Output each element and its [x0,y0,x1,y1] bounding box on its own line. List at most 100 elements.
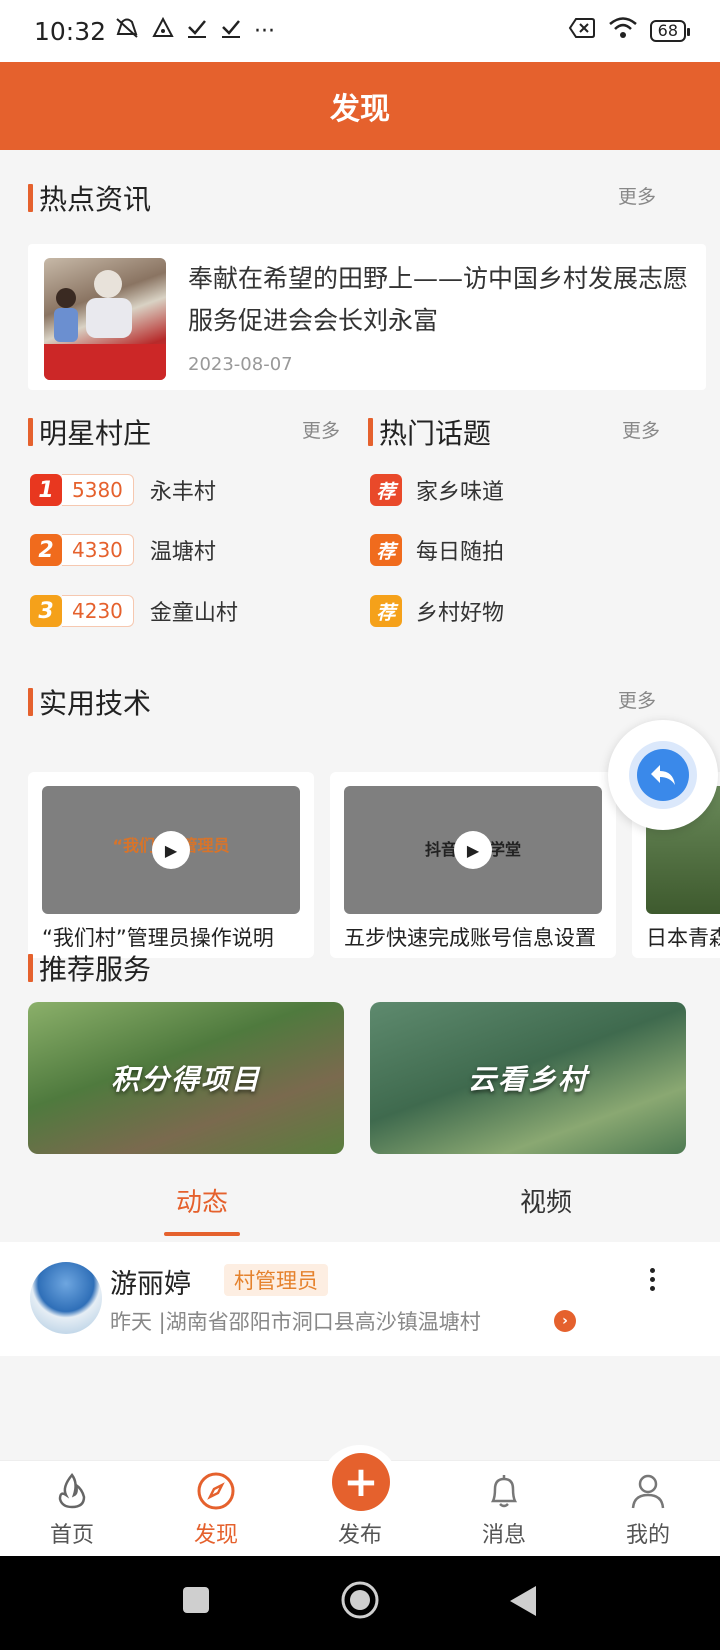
main-content[interactable]: 热点资讯 更多 奉献在希望的田野上——访中国乡村发展志愿服务促进会会长刘永富 2… [0,150,720,1460]
video-thumbnail: “我们村”管理员 ▶ [42,786,300,914]
section-marker [28,954,33,982]
status-notification-icons: ··· [114,16,275,46]
topic-item[interactable]: 荐 乡村好物 [370,594,504,628]
back-button[interactable] [508,1584,538,1622]
village-name: 温塘村 [149,540,216,565]
share-fab[interactable] [608,720,718,830]
post-meta: 昨天 |湖南省邵阳市洞口县高沙镇温塘村 [110,1310,481,1334]
village-name: 永丰村 [149,480,216,505]
tech-more-link[interactable]: 更多 [618,686,656,713]
sim-off-icon [568,17,596,45]
more-vertical-icon[interactable] [650,1268,655,1291]
nav-label: 我的 [625,1523,670,1548]
village-rank-item[interactable]: 3 4230 金童山村 [30,594,238,628]
section-hot-topics-header: 热门话题 [368,412,491,452]
video-card[interactable]: 抖音数字学堂 ▶ 五步快速完成账号信息设置 [330,772,616,958]
topic-name: 家乡味道 [416,480,505,505]
village-name: 金童山村 [149,601,238,626]
news-card[interactable]: 奉献在希望的田野上——访中国乡村发展志愿服务促进会会长刘永富 2023-08-0… [28,244,706,390]
status-bar: 10:32 ··· 68 [0,0,720,62]
role-badge: 村管理员 [224,1264,328,1296]
play-icon[interactable]: ▶ [454,831,492,869]
nav-label: 发现 [193,1523,238,1548]
recents-button[interactable] [180,1584,212,1620]
recommend-badge: 荐 [370,595,402,627]
compass-icon [196,1469,236,1513]
status-time: 10:32 [34,16,107,46]
section-title: 热点资讯 [39,183,152,216]
home-flame-icon [52,1469,92,1513]
video-caption: 日本青森 [646,926,720,950]
post-author-name[interactable]: 游丽婷 [110,1262,191,1301]
section-hot-news-header: 热点资讯 [28,178,151,218]
bell-icon [484,1469,524,1513]
section-title: 推荐服务 [39,953,152,986]
nav-label: 首页 [49,1523,94,1548]
nav-label: 消息 [481,1523,526,1548]
bottom-nav: 首页 发现 发布 + 消息 我的 [0,1445,720,1557]
section-title: 热门话题 [379,417,492,450]
service-card-cloud-village[interactable]: 云看乡村 [370,1002,686,1154]
system-nav-bar [0,1556,720,1650]
video-thumbnail: 抖音数字学堂 ▶ [344,786,602,914]
alert-icon [152,16,174,45]
topic-name: 乡村好物 [416,601,505,626]
section-title: 明星村庄 [39,417,152,450]
news-title: 奉献在希望的田野上——访中国乡村发展志愿服务促进会会长刘永富 [188,264,689,335]
page-header: 发现 [0,62,720,150]
village-rank-item[interactable]: 2 4330 温塘村 [30,533,216,567]
more-dots-icon: ··· [254,18,276,44]
section-marker [28,418,33,446]
tab-dynamic[interactable]: 动态 [176,1182,228,1219]
feed-post[interactable]: 游丽婷 村管理员 昨天 |湖南省邵阳市洞口县高沙镇温塘村 › [0,1242,720,1356]
news-date: 2023-08-07 [188,354,293,375]
plus-icon[interactable]: + [332,1453,390,1511]
rank-badge: 3 [30,595,62,627]
section-marker [28,184,33,212]
nav-home[interactable]: 首页 [12,1461,132,1557]
chevron-right-icon[interactable]: › [554,1310,576,1332]
section-services-header: 推荐服务 [28,948,151,988]
news-thumbnail [44,258,166,380]
service-label: 积分得项目 [110,1063,261,1096]
service-card-points-project[interactable]: 积分得项目 [28,1002,344,1154]
village-rank-item[interactable]: 1 5380 永丰村 [30,473,216,507]
rank-score: 5380 [62,474,134,506]
topic-name: 每日随拍 [416,540,505,565]
rank-score: 4330 [62,534,134,566]
nav-discover[interactable]: 发现 [156,1461,276,1557]
active-tab-indicator [164,1232,240,1236]
recommend-badge: 荐 [370,474,402,506]
nav-messages[interactable]: 消息 [444,1461,564,1557]
recommend-badge: 荐 [370,534,402,566]
section-tech-header: 实用技术 [28,682,151,722]
section-marker [368,418,373,446]
service-label: 云看乡村 [467,1063,588,1096]
section-star-villages-header: 明星村庄 [28,412,151,452]
feed-tabs: 动态 视频 [0,1170,720,1240]
section-title: 实用技术 [39,687,152,720]
video-caption: 五步快速完成账号信息设置 [344,926,596,950]
nav-profile[interactable]: 我的 [588,1461,708,1557]
section-marker [28,688,33,716]
topic-item[interactable]: 荐 每日随拍 [370,533,504,567]
play-icon[interactable]: ▶ [152,831,190,869]
hot-topics-more-link[interactable]: 更多 [622,416,660,443]
tab-video[interactable]: 视频 [520,1182,572,1219]
rank-badge: 2 [30,534,62,566]
rank-score: 4230 [62,595,134,627]
share-arrow-icon [637,749,689,801]
page-title: 发现 [330,92,390,127]
check-icon [186,17,208,45]
user-icon [628,1469,668,1513]
home-button[interactable] [340,1580,380,1624]
mute-icon [114,16,140,46]
avatar[interactable] [30,1262,102,1334]
topic-item[interactable]: 荐 家乡味道 [370,473,504,507]
video-card[interactable]: “我们村”管理员 ▶ “我们村”管理员操作说明 [28,772,314,958]
star-villages-more-link[interactable]: 更多 [302,416,340,443]
check-icon [220,17,242,45]
battery-icon: 68 [649,20,691,42]
rank-badge: 1 [30,474,62,506]
hot-news-more-link[interactable]: 更多 [618,182,656,209]
